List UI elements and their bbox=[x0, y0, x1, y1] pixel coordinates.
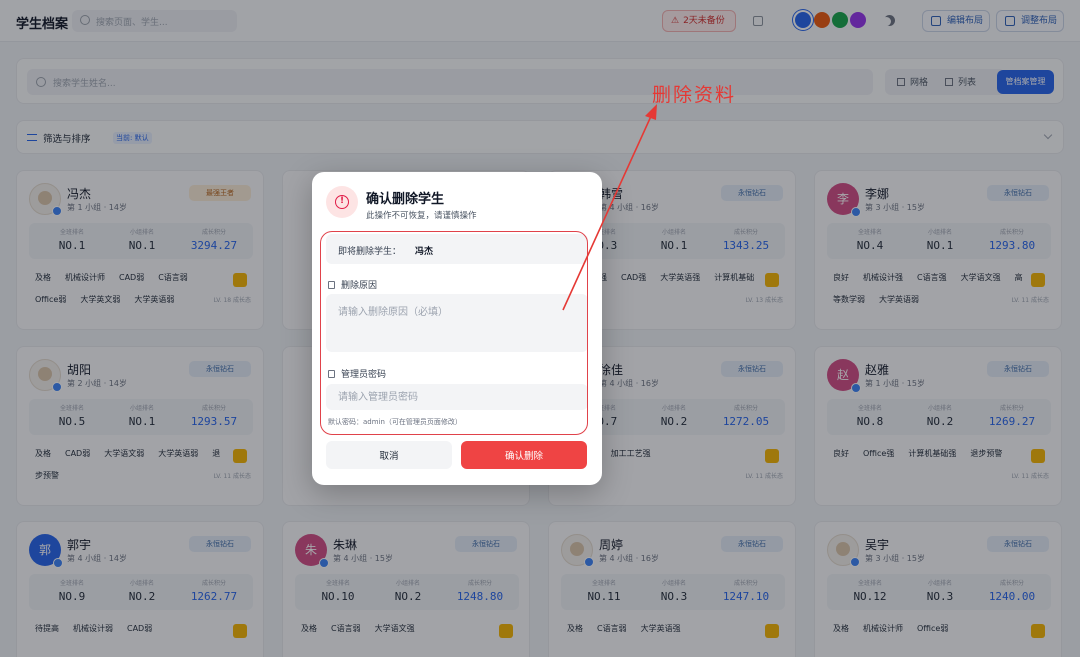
annotation-label: 删除资料 bbox=[652, 84, 737, 106]
annotation-arrow bbox=[562, 104, 657, 311]
